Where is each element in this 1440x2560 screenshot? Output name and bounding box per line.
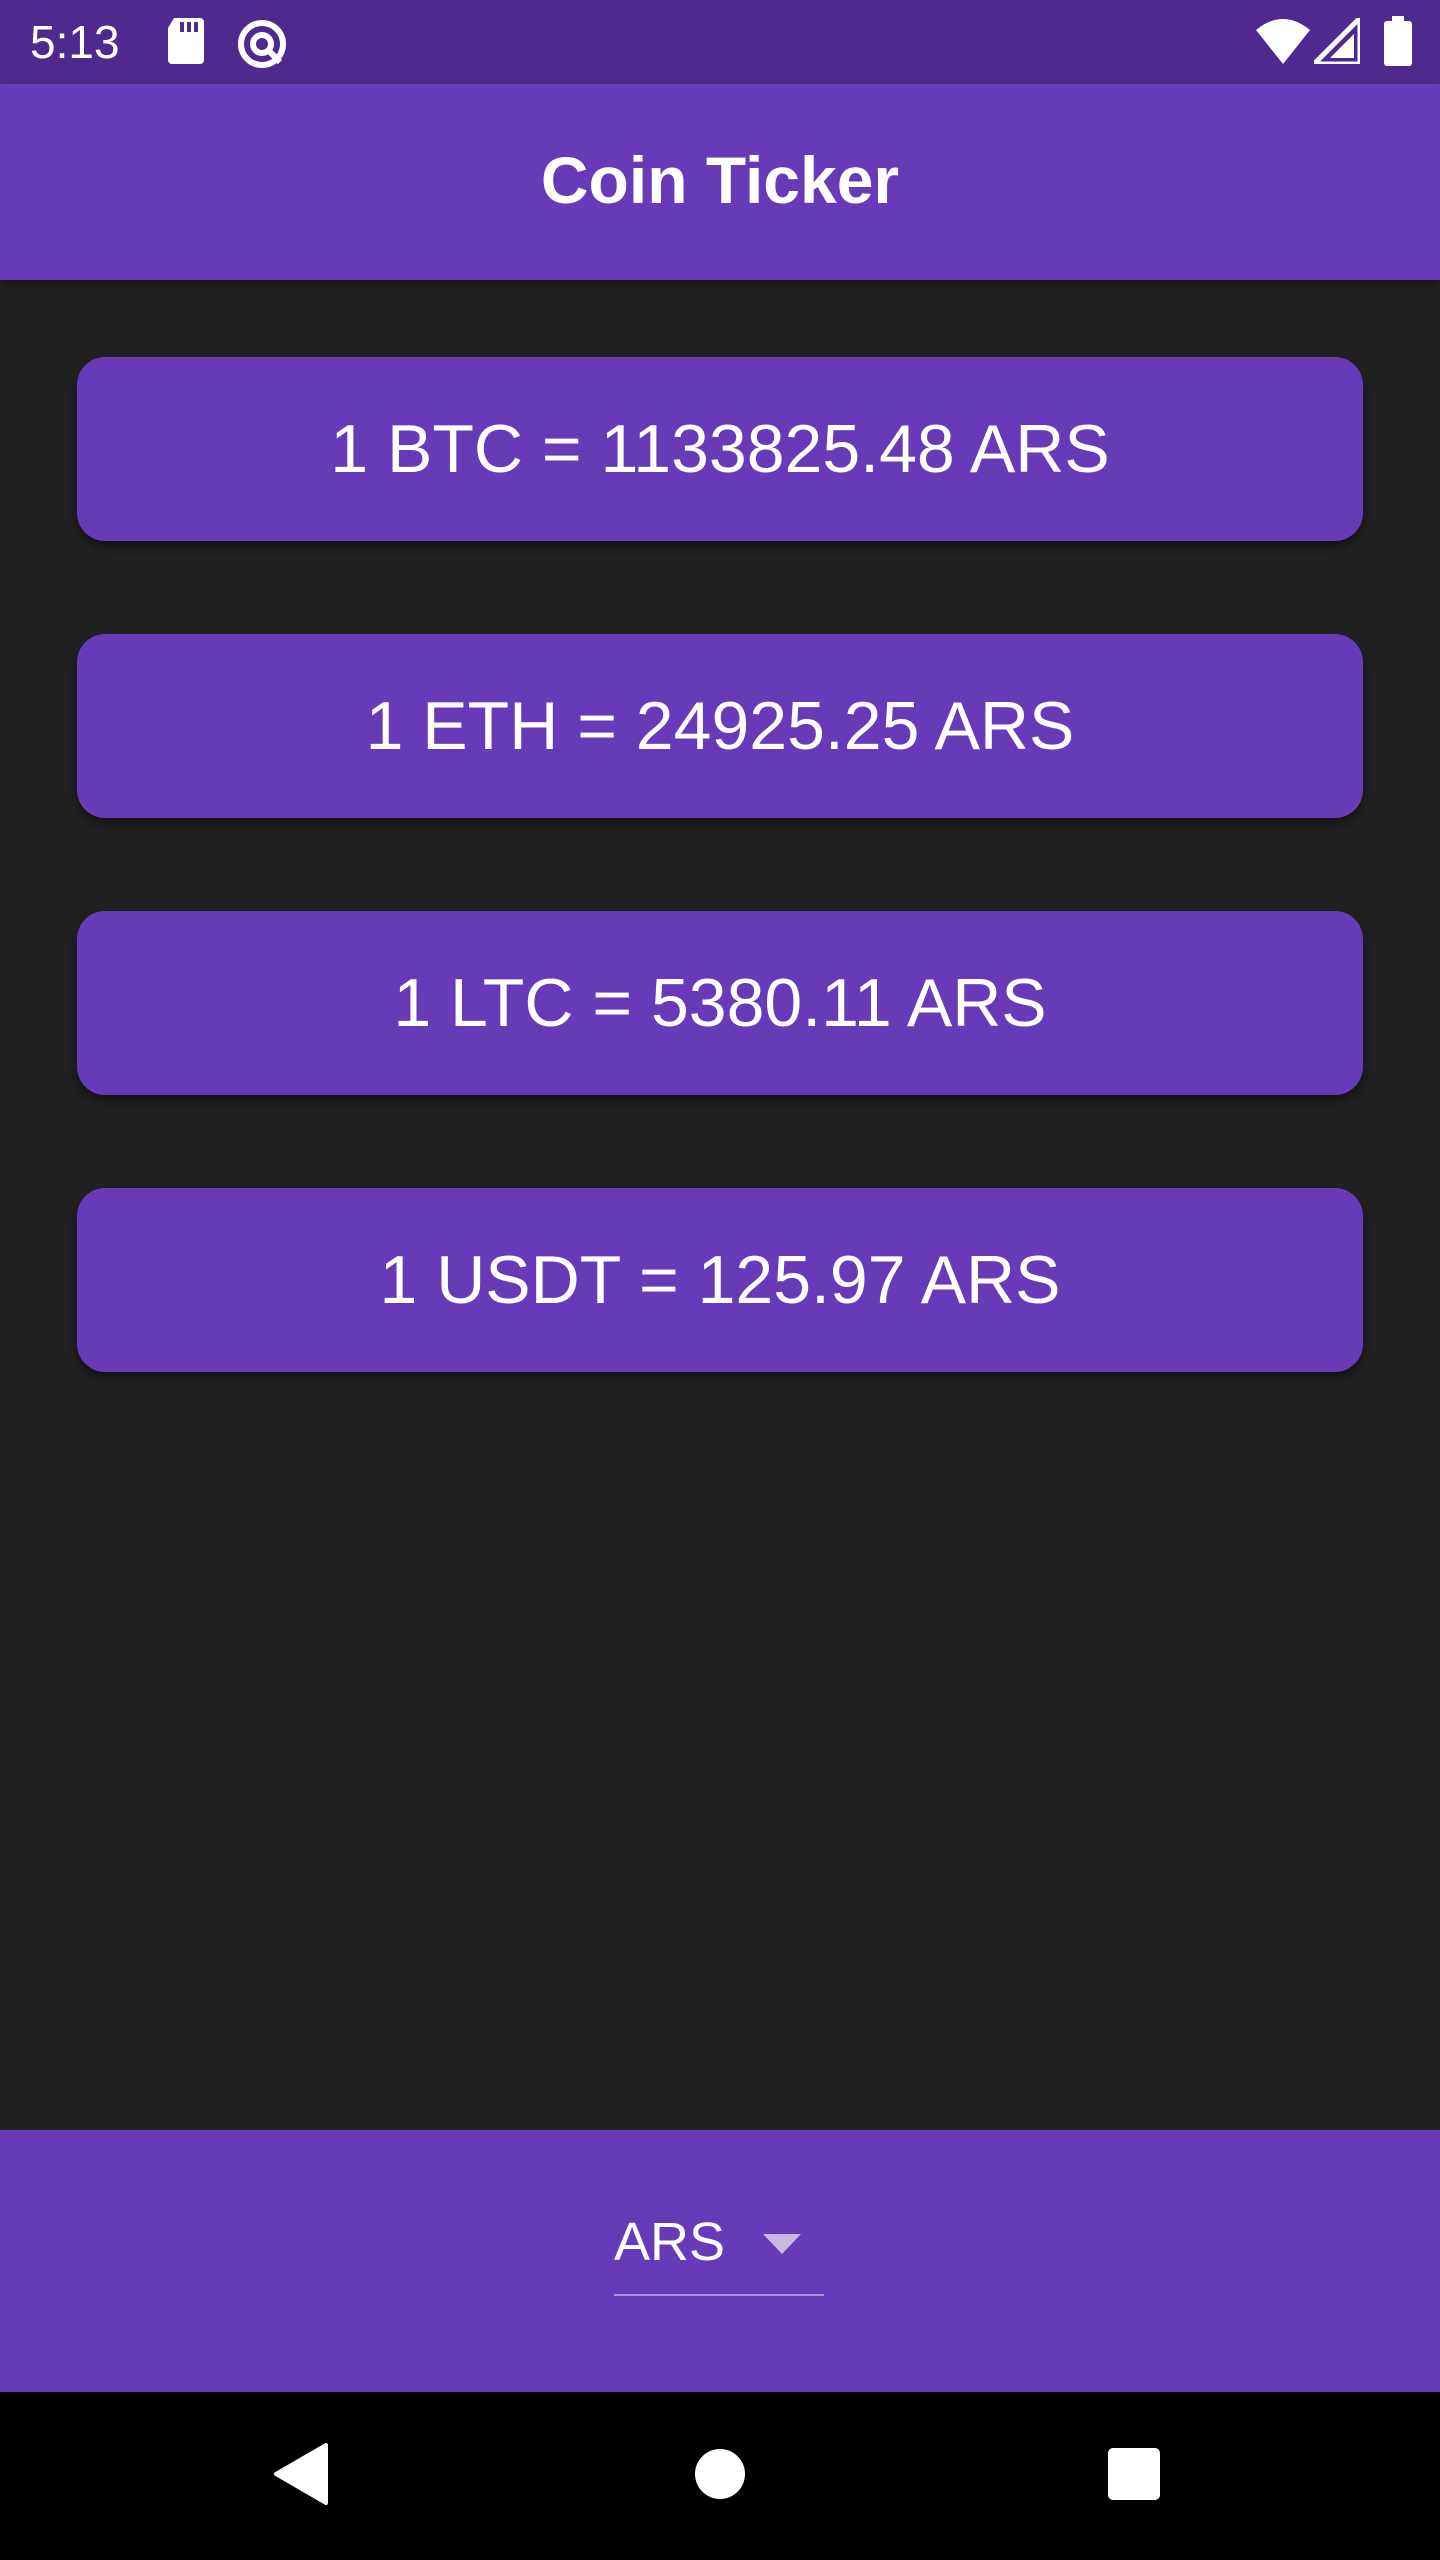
back-icon — [272, 2442, 328, 2510]
status-time: 5:13 — [30, 16, 120, 68]
status-bar: 5:13 — [0, 0, 1440, 84]
sd-card-icon — [166, 18, 206, 69]
rate-card-usdt: 1 USDT = 125.97 ARS — [77, 1188, 1363, 1372]
back-button[interactable] — [250, 2426, 350, 2526]
app-screen: 5:13 Coin Ticker 1 BTC = 1133825.48 ARS … — [0, 0, 1440, 2560]
recents-icon — [1107, 2447, 1161, 2506]
rate-card-ltc: 1 LTC = 5380.11 ARS — [77, 911, 1363, 1095]
home-icon — [694, 2448, 746, 2505]
app-bar: Coin Ticker — [0, 84, 1440, 280]
home-button[interactable] — [670, 2426, 770, 2526]
rate-text: 1 ETH = 24925.25 ARS — [365, 688, 1075, 764]
currency-dropdown[interactable]: ARS — [614, 2202, 824, 2296]
data-saver-icon — [236, 18, 288, 75]
navigation-bar — [0, 2392, 1440, 2560]
rate-card-eth: 1 ETH = 24925.25 ARS — [77, 634, 1363, 818]
currency-dropdown-value: ARS — [614, 2212, 726, 2272]
signal-icon — [1311, 15, 1363, 69]
rate-card-btc: 1 BTC = 1133825.48 ARS — [77, 357, 1363, 541]
dropdown-arrow-icon — [763, 2234, 801, 2259]
recents-button[interactable] — [1084, 2426, 1184, 2526]
rate-text: 1 BTC = 1133825.48 ARS — [330, 411, 1110, 487]
rate-text: 1 LTC = 5380.11 ARS — [393, 965, 1047, 1041]
battery-icon — [1384, 16, 1412, 71]
rate-text: 1 USDT = 125.97 ARS — [379, 1242, 1061, 1318]
app-title: Coin Ticker — [540, 143, 900, 217]
wifi-icon — [1256, 18, 1310, 69]
currency-picker-panel: ARS — [0, 2130, 1440, 2392]
